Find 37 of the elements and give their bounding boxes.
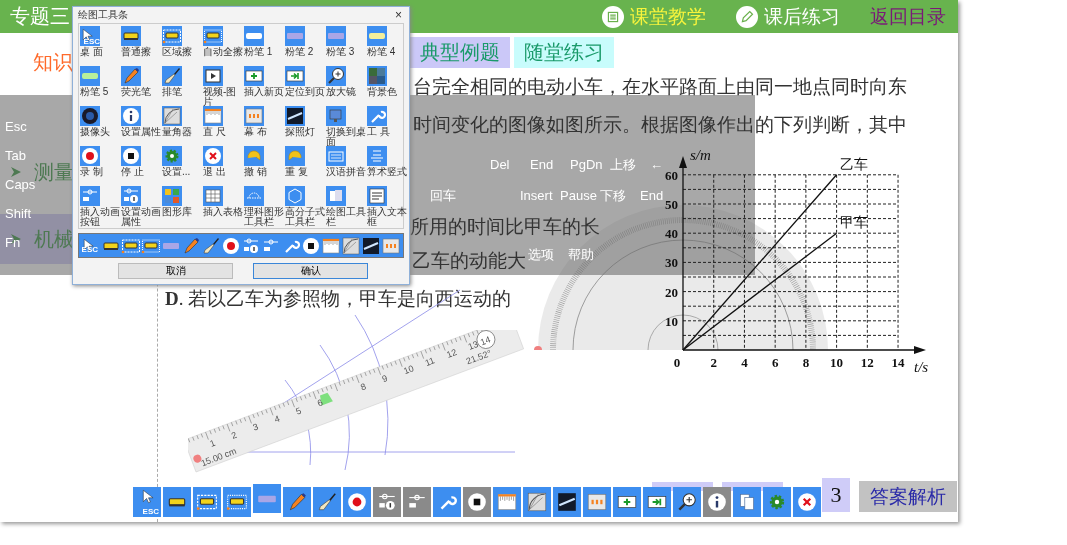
axis-tick-label: 0 (673, 355, 681, 370)
ruler-number: 11 (423, 355, 436, 368)
axis-tick-label: 4 (741, 355, 748, 370)
question-text: 台完全相同的电动小车，在水平路面上由同一地点同时向东 (413, 75, 907, 99)
axis-tick-label: 6 (771, 355, 779, 370)
axis-label: s/m (690, 147, 711, 163)
answer-option: 乙车的动能大 (412, 244, 526, 278)
axis-tick-label: 30 (665, 255, 678, 271)
axis-label: t/s (914, 359, 929, 375)
axis-tick-label: 8 (802, 355, 810, 370)
axis-tick-label: 40 (665, 226, 678, 242)
axis-tick-label: 20 (665, 284, 678, 300)
dialog-title: 绘图工具条 (78, 8, 129, 22)
answer-option: 所用的时间比甲车的长 (410, 210, 600, 244)
question-text: 时间变化的图像如图所示。根据图像作出的下列判断，其中 (413, 113, 907, 137)
sidebar-heading: 知识 (33, 50, 73, 74)
ruler-number: 2 (229, 429, 239, 441)
axis-tick-label: 14 (891, 355, 905, 370)
axis-tick-label: 2 (710, 355, 717, 370)
ruler-number: 6 (316, 397, 325, 409)
ruler-number: 9 (380, 373, 389, 385)
axis-tick-label: 50 (665, 197, 678, 212)
series-label: 甲车 (839, 214, 868, 231)
ruler-number: 10 (402, 363, 416, 377)
ruler-number: 8 (359, 381, 368, 393)
axis-tick-label: 10 (665, 313, 678, 329)
ruler-number: 12 (445, 347, 459, 360)
ruler-number: 1 (208, 437, 217, 449)
axis-tick-label: 60 (665, 167, 678, 183)
ruler-number: 5 (294, 405, 303, 417)
ruler-number: 3 (251, 421, 260, 433)
axis-tick-label: 10 (830, 355, 844, 370)
answer-option: D. 若以乙车为参照物，甲车是向西运动的 (165, 282, 512, 316)
ruler-number: 4 (272, 413, 282, 425)
slide-title: 专题三 (10, 4, 70, 29)
axis-tick-label: 12 (860, 355, 874, 370)
series-label: 乙车 (839, 155, 868, 172)
